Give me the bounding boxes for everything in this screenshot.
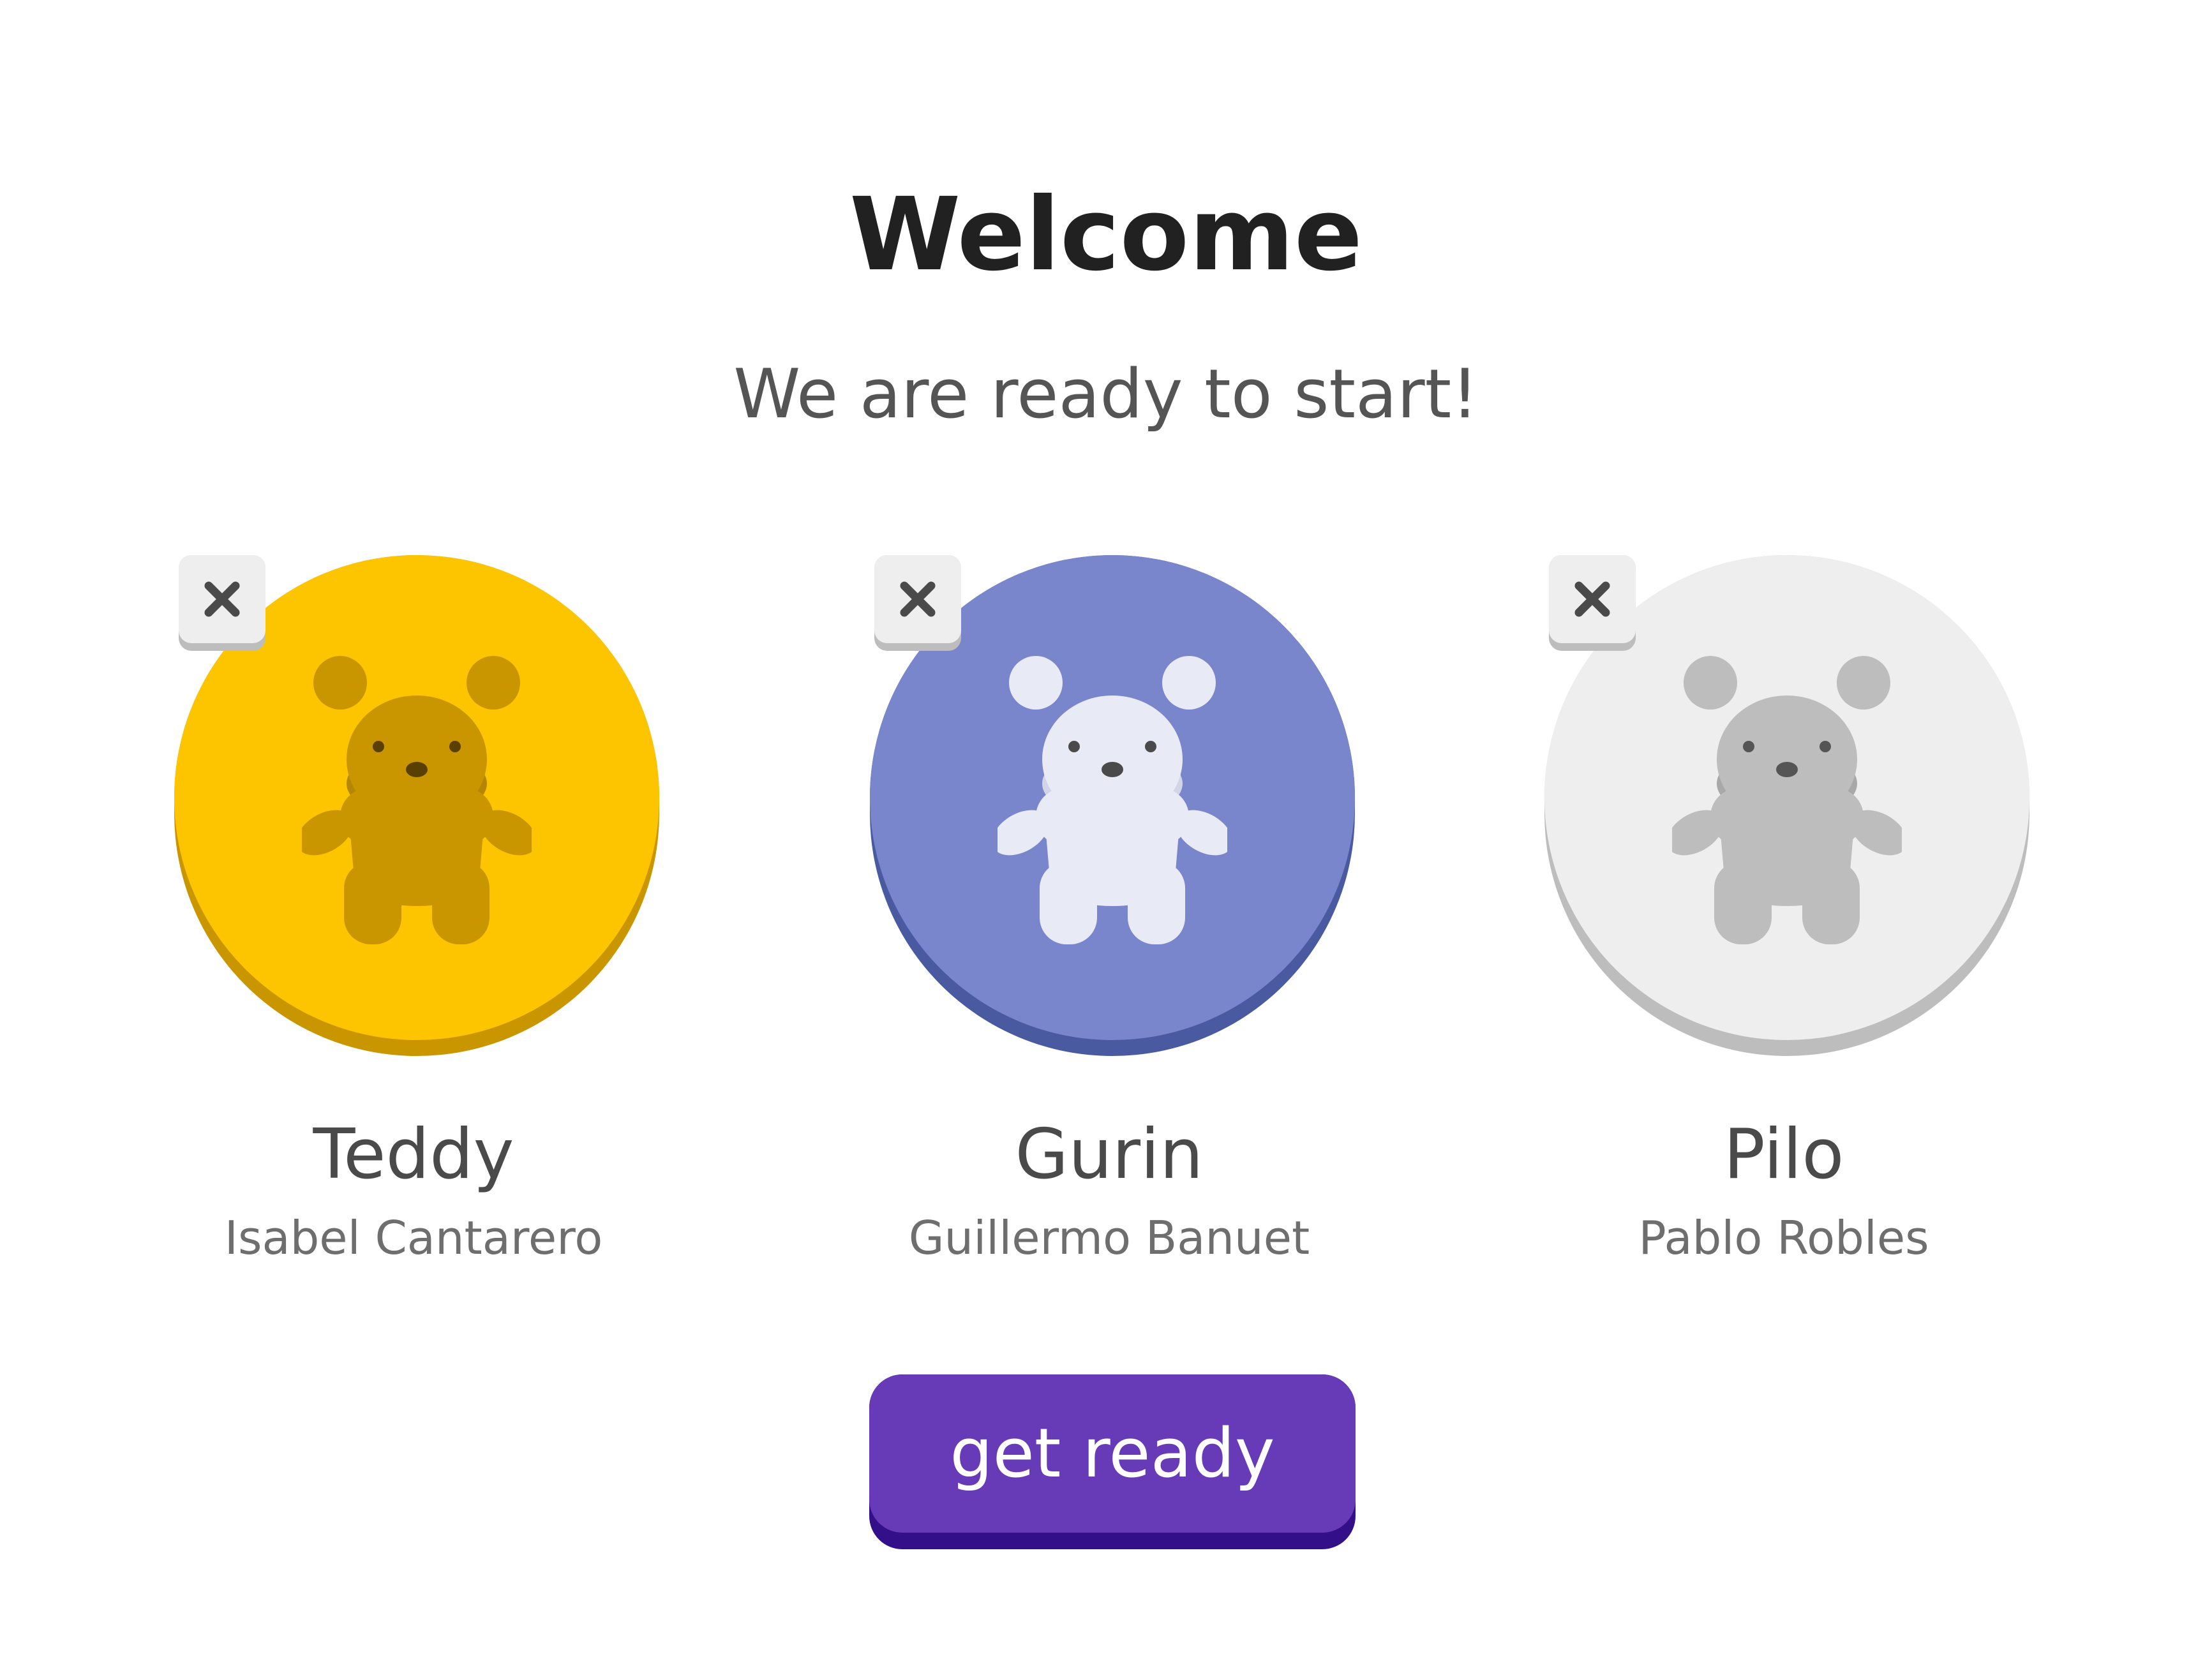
close-icon [204, 581, 240, 617]
remove-player-button[interactable] [1549, 555, 1636, 651]
remove-player-button[interactable] [874, 555, 961, 651]
page-title: Welcome [849, 176, 1363, 294]
player-name: Teddy [313, 1115, 514, 1194]
close-icon [1574, 581, 1610, 617]
player-owner: Guillermo Banuet [908, 1211, 1310, 1265]
player-card-pilo: Pilo Pablo Robles [1465, 555, 2103, 1283]
remove-player-button[interactable] [179, 555, 265, 651]
player-card-gurin: Gurin Guillermo Banuet [790, 555, 1428, 1283]
player-name: Gurin [1015, 1115, 1204, 1194]
teddy-bear-icon [998, 656, 1227, 944]
player-owner: Pablo Robles [1638, 1211, 1929, 1265]
player-card-teddy: Teddy Isabel Cantarero [94, 555, 733, 1283]
get-ready-label: get ready [950, 1414, 1275, 1492]
teddy-bear-icon [1672, 656, 1902, 944]
get-ready-button[interactable]: get ready [869, 1374, 1356, 1549]
player-name: Pilo [1723, 1115, 1844, 1194]
close-icon [900, 581, 936, 617]
page-subtitle: We are ready to start! [733, 355, 1479, 433]
player-owner: Isabel Cantarero [224, 1211, 603, 1265]
teddy-bear-icon [302, 656, 532, 944]
